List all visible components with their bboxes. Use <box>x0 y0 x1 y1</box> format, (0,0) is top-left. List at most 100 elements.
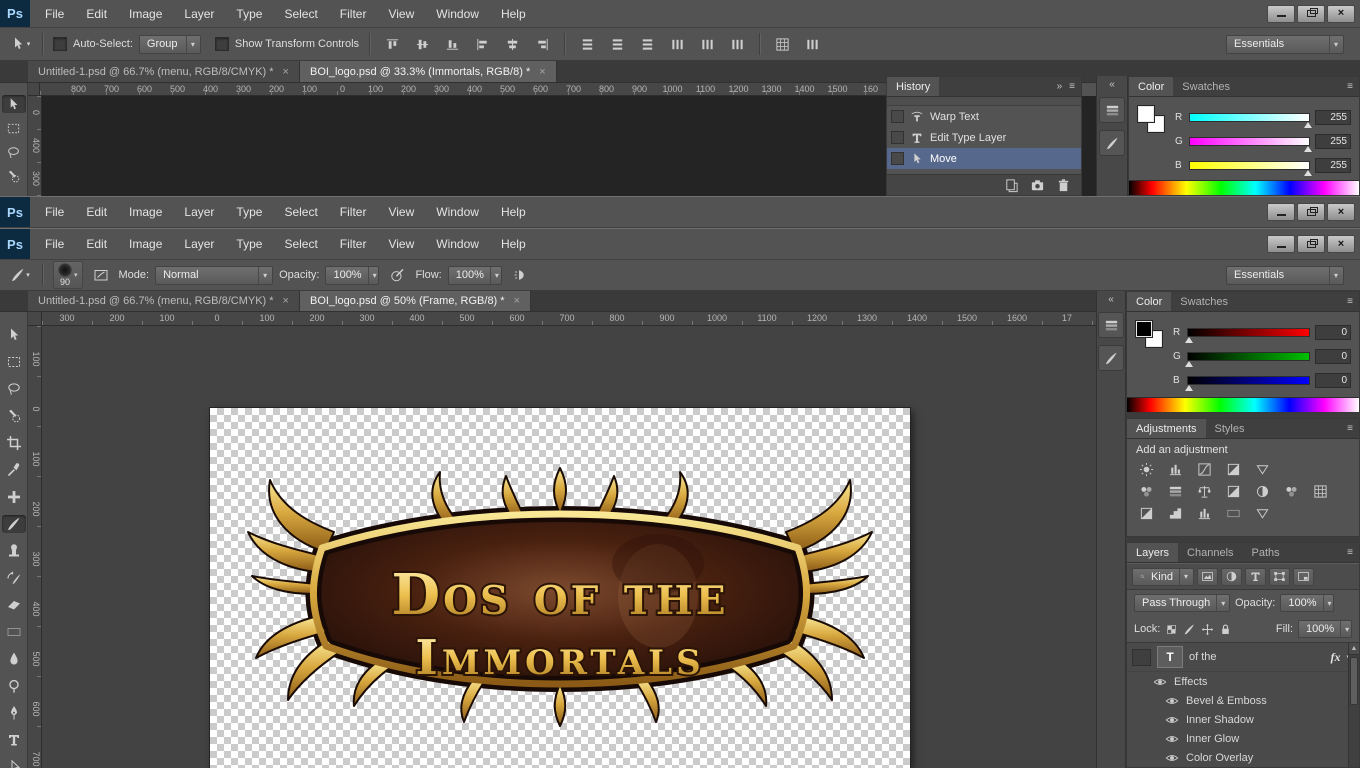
toggle-brush-panel-button[interactable] <box>89 264 113 286</box>
slider-thumb[interactable] <box>1185 360 1193 367</box>
tab-swatches[interactable]: Swatches <box>1171 292 1237 311</box>
history-source-checkbox[interactable] <box>891 110 904 123</box>
quick-selection-tool[interactable] <box>2 167 26 185</box>
black-white-icon[interactable] <box>1222 482 1245 501</box>
gradient-tool[interactable] <box>2 623 26 641</box>
green-slider-track[interactable] <box>1189 136 1312 152</box>
collapse-panel-icon[interactable]: » <box>1057 81 1063 92</box>
layer-fill-dropdown[interactable]: 100% ▾ <box>1298 620 1352 638</box>
curves-icon[interactable] <box>1193 460 1216 479</box>
history-brush-tool[interactable] <box>2 569 26 587</box>
tab-layers[interactable]: Layers <box>1127 543 1179 562</box>
document-tab-active[interactable]: BOI_logo.psd @ 50% (Frame, RGB/8) * × <box>299 291 531 311</box>
workspace-dropdown[interactable]: Essentials ▾ <box>1226 34 1344 54</box>
menu-item[interactable]: Layer <box>173 205 225 219</box>
distribute-vertical-centers-button[interactable] <box>605 33 629 55</box>
collapsed-panel-button[interactable] <box>1098 345 1124 371</box>
align-top-edges-button[interactable] <box>380 33 404 55</box>
align-vertical-centers-button[interactable] <box>410 33 434 55</box>
menu-item[interactable]: Help <box>490 205 537 219</box>
menu-item[interactable]: Select <box>273 237 328 251</box>
color-lookup-icon[interactable] <box>1309 482 1332 501</box>
menu-item[interactable]: Window <box>425 237 490 251</box>
triangle-icon[interactable] <box>1251 460 1274 479</box>
tab-adjustments[interactable]: Adjustments <box>1127 419 1206 439</box>
dodge-tool[interactable] <box>2 677 26 695</box>
red-value-field[interactable]: 0 <box>1315 324 1351 340</box>
spot-healing-brush-tool[interactable] <box>2 488 26 506</box>
rectangular-marquee-tool[interactable] <box>2 353 26 371</box>
minimize-button[interactable] <box>1267 235 1295 253</box>
blue-value-field[interactable]: 255 <box>1315 157 1351 173</box>
auto-select-checkbox[interactable] <box>53 37 67 51</box>
workspace-dropdown[interactable]: Essentials ▾ <box>1226 265 1344 285</box>
foreground-background-swatches[interactable] <box>1137 105 1167 135</box>
eraser-tool[interactable] <box>2 596 26 614</box>
brush-preset-picker[interactable]: 90 ▾ <box>53 261 83 289</box>
expand-panels-icon[interactable]: « <box>1109 80 1115 90</box>
horizontal-ruler-front[interactable]: 300 200 100 0 100 200 300 400 500 600 700 800 900 100… <box>42 312 1096 326</box>
color-spectrum-ramp[interactable] <box>1129 180 1359 195</box>
collapsed-panel-button[interactable] <box>1098 312 1124 338</box>
vertical-ruler-front[interactable]: 100 0 100 200 300 400 500 600 700 <box>28 326 42 768</box>
brush-tool[interactable] <box>1 515 26 533</box>
slider-thumb[interactable] <box>1304 145 1312 152</box>
menu-item[interactable]: Filter <box>329 205 378 219</box>
menu-item[interactable]: File <box>34 7 75 21</box>
expand-panels-icon[interactable]: « <box>1108 295 1114 305</box>
panel-menu-icon[interactable]: ≡ <box>1347 296 1353 307</box>
text-layer-row[interactable]: T of the fx ▾ <box>1127 643 1359 672</box>
blue-slider-track[interactable] <box>1185 375 1310 391</box>
history-row[interactable]: Edit Type Layer <box>887 127 1081 148</box>
menu-item[interactable]: View <box>377 237 425 251</box>
distribute-bottom-edges-button[interactable] <box>635 33 659 55</box>
panel-menu-icon[interactable]: ≡ <box>1347 547 1353 558</box>
flow-dropdown[interactable]: 100% ▾ <box>447 265 502 285</box>
brightness-contrast-icon[interactable] <box>1135 460 1158 479</box>
visibility-eye-icon[interactable] <box>1153 675 1167 689</box>
green-value-field[interactable]: 0 <box>1315 348 1351 364</box>
menu-item[interactable]: Window <box>425 205 490 219</box>
move-tool[interactable] <box>2 326 26 344</box>
menu-item[interactable]: Image <box>118 205 173 219</box>
visibility-eye-icon[interactable] <box>1165 732 1179 746</box>
tab-paths[interactable]: Paths <box>1243 543 1289 562</box>
blue-value-field[interactable]: 0 <box>1315 372 1351 388</box>
tab-swatches[interactable]: Swatches <box>1173 77 1239 96</box>
foreground-color-swatch[interactable] <box>1137 105 1155 123</box>
menu-item[interactable]: Help <box>490 7 537 21</box>
slider-thumb[interactable] <box>1185 336 1193 343</box>
vertical-ruler-back[interactable]: 0400300200 <box>28 96 42 196</box>
red-value-field[interactable]: 255 <box>1315 109 1351 125</box>
channel-mixer-icon[interactable] <box>1280 482 1303 501</box>
layer-blend-mode-dropdown[interactable]: Pass Through ▾ <box>1134 594 1230 612</box>
effects-group-row[interactable]: Effects <box>1127 672 1359 691</box>
blend-mode-dropdown[interactable]: Normal ▾ <box>155 265 274 285</box>
auto-select-target-dropdown[interactable]: Group ▾ <box>138 34 201 54</box>
selective-color-icon[interactable] <box>1251 504 1274 523</box>
restore-button[interactable] <box>1297 235 1325 253</box>
filter-adjustment-layers-icon[interactable] <box>1221 567 1242 586</box>
color-spectrum-ramp[interactable] <box>1127 397 1359 413</box>
history-row[interactable]: Warp Text <box>887 106 1081 127</box>
show-transform-checkbox[interactable] <box>214 37 229 51</box>
lock-position-icon[interactable] <box>1201 623 1214 636</box>
threshold-icon[interactable] <box>1193 504 1216 523</box>
distribute-horizontal-centers-button[interactable] <box>695 33 719 55</box>
layer-effect-row[interactable]: Bevel & Emboss <box>1127 691 1359 710</box>
menu-item[interactable]: File <box>34 237 75 251</box>
crop-tool[interactable] <box>2 434 26 452</box>
close-tab-icon[interactable]: × <box>283 295 289 307</box>
menu-item[interactable]: Layer <box>173 7 225 21</box>
foreground-background-swatches[interactable] <box>1135 320 1165 350</box>
layer-opacity-dropdown[interactable]: 100% ▾ <box>1280 594 1335 612</box>
document-tab[interactable]: Untitled-1.psd @ 66.7% (menu, RGB/8/CMYK… <box>28 61 300 82</box>
document-tab-active[interactable]: BOI_logo.psd @ 33.3% (Immortals, RGB/8) … <box>299 61 557 82</box>
tab-color[interactable]: Color <box>1129 77 1174 96</box>
lock-image-pixels-icon[interactable] <box>1183 623 1196 636</box>
canvas-area-front[interactable]: Dos of the Immortals <box>42 326 1096 768</box>
new-document-from-state-button[interactable] <box>1004 178 1019 193</box>
lasso-tool[interactable] <box>2 380 26 398</box>
filter-shape-layers-icon[interactable] <box>1269 567 1290 586</box>
distribute-top-edges-button[interactable] <box>575 33 599 55</box>
